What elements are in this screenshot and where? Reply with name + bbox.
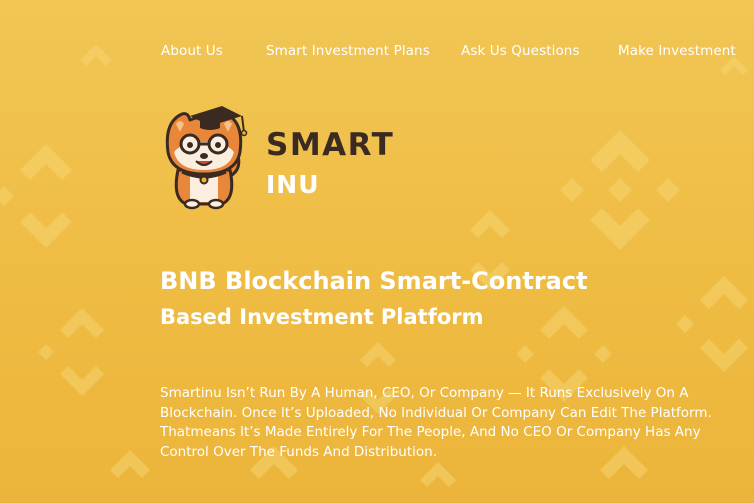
description-line: Control Over The Funds And Distribution. (160, 443, 437, 460)
nav-about-us[interactable]: About Us (161, 43, 223, 59)
description-line: Smartinu Isn’t Run By A Human, CEO, Or C… (160, 385, 689, 401)
hero-description: Smartinu Isn’t Run By A Human, CEO, Or C… (160, 384, 750, 462)
hero-title: BNB Blockchain Smart-Contract (160, 267, 588, 295)
logo-text-inu: INU (266, 170, 320, 199)
brand-logo[interactable]: SMART INU (160, 100, 400, 212)
hero-subtitle: Based Investment Platform (160, 305, 484, 329)
nav-smart-investment-plans[interactable]: Smart Investment Plans (266, 43, 430, 59)
top-nav: About Us Smart Investment Plans Ask Us Q… (0, 43, 754, 61)
description-line: Thatmeans It’s Made Entirely For The Peo… (160, 424, 701, 440)
description-line: Blockchain. Once It’s Uploaded, No Indiv… (160, 404, 712, 421)
nav-make-investment[interactable]: Make Investment (618, 43, 736, 59)
shiba-mascot-icon (165, 106, 248, 210)
logo-text-smart: SMART (266, 127, 395, 163)
nav-ask-us-questions[interactable]: Ask Us Questions (461, 43, 580, 59)
